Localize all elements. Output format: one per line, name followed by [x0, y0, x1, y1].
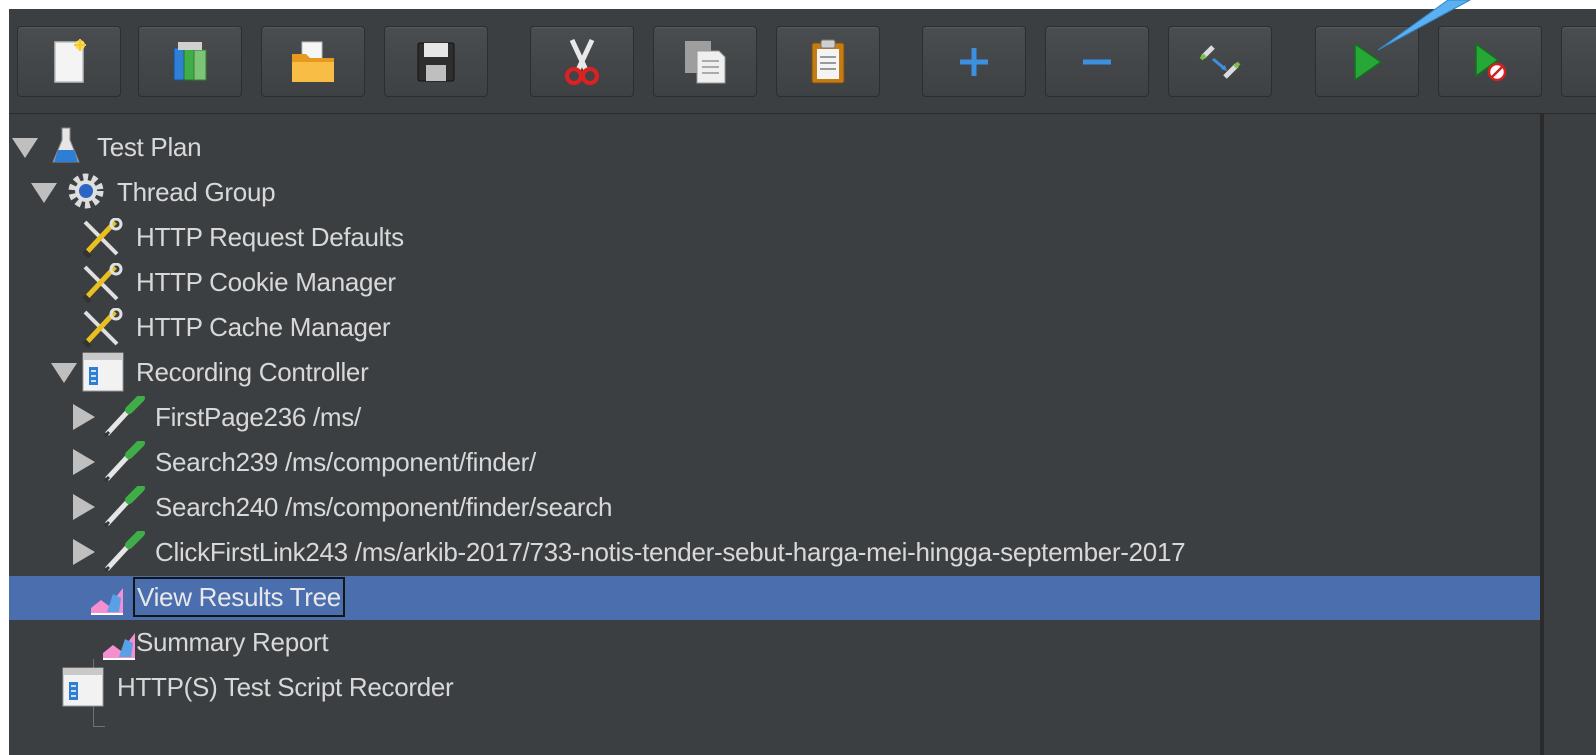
open-icon [292, 41, 334, 82]
tree-node-test-script-recorder[interactable]: HTTP(S) Test Script Recorder [9, 666, 1540, 710]
jmeter-window: Test Plan Thread Group HTTP Request Defa… [9, 9, 1596, 755]
tree-node-label: FirstPage236 /ms/ [155, 402, 361, 432]
paste-button[interactable] [776, 26, 880, 97]
expanded-toggle-icon[interactable] [51, 363, 77, 383]
tree-node-label: Test Plan [97, 132, 202, 162]
copy-icon [685, 40, 726, 83]
tree-node-label: Search240 /ms/component/finder/search [155, 492, 613, 522]
toggle-button[interactable] [1168, 26, 1272, 97]
graph-icon [101, 627, 137, 666]
recorder-icon [61, 666, 105, 713]
pipette-icon [101, 394, 147, 443]
paste-icon [811, 39, 845, 83]
save-button[interactable] [384, 26, 488, 97]
new-button[interactable] [17, 26, 121, 97]
templates-button[interactable] [138, 26, 242, 97]
pipette-icon [101, 529, 147, 578]
tree-node-label: HTTP Cache Manager [136, 312, 391, 342]
tree-node-http-request-defaults[interactable]: HTTP Request Defaults [9, 216, 1540, 260]
collapsed-toggle-icon[interactable] [73, 404, 95, 430]
tree-node-sampler[interactable]: Search240 /ms/component/finder/search [9, 484, 1540, 533]
open-button[interactable] [261, 26, 365, 97]
start-no-pauses-icon [1475, 42, 1507, 81]
toggle-icon [1199, 44, 1241, 79]
toolbar [9, 9, 1596, 114]
start-no-pauses-button[interactable] [1438, 26, 1542, 97]
tree-node-view-results-tree[interactable]: View Results Tree [9, 576, 1540, 620]
collapse-all-button[interactable] [1045, 26, 1149, 97]
tree-node-http-cache-manager[interactable]: HTTP Cache Manager [9, 306, 1540, 350]
expanded-toggle-icon[interactable] [31, 183, 57, 203]
start-icon [1354, 42, 1383, 81]
tools-icon [81, 217, 123, 263]
cut-button[interactable] [530, 26, 634, 97]
tree-node-label: View Results Tree [133, 577, 345, 617]
expand-all-button[interactable] [922, 26, 1026, 97]
flask-icon [51, 126, 81, 171]
tree-node-recording-controller[interactable]: Recording Controller [9, 351, 1540, 395]
tree-node-http-cookie-manager[interactable]: HTTP Cookie Manager [9, 261, 1540, 305]
right-panel [1544, 114, 1596, 755]
tree-node-label: ClickFirstLink243 /ms/arkib-2017/733-not… [155, 537, 1186, 567]
pipette-icon [101, 439, 147, 488]
pipette-icon [101, 484, 147, 533]
tree-node-label: Summary Report [136, 627, 329, 657]
expanded-toggle-icon[interactable] [12, 138, 38, 158]
collapsed-toggle-icon[interactable] [73, 494, 95, 520]
controller-icon [81, 351, 125, 398]
collapsed-toggle-icon[interactable] [73, 449, 95, 475]
test-plan-tree[interactable]: Test Plan Thread Group HTTP Request Defa… [9, 114, 1540, 755]
collapsed-toggle-icon[interactable] [73, 539, 95, 565]
cut-icon [565, 38, 599, 85]
new-icon [54, 38, 86, 83]
tree-node-label: Thread Group [117, 177, 276, 207]
start-button[interactable] [1315, 26, 1419, 97]
tree-node-label: Recording Controller [136, 357, 369, 387]
expand-all-icon [960, 47, 988, 76]
tree-node-sampler[interactable]: ClickFirstLink243 /ms/arkib-2017/733-not… [9, 529, 1540, 578]
tree-node-sampler[interactable]: FirstPage236 /ms/ [9, 394, 1540, 443]
save-icon [417, 42, 455, 81]
templates-icon [173, 41, 207, 80]
collapse-all-icon [1083, 59, 1111, 64]
stop-button[interactable] [1561, 26, 1596, 97]
tree-node-summary-report[interactable]: Summary Report [9, 621, 1540, 665]
tree-node-sampler[interactable]: Search239 /ms/component/finder/ [9, 439, 1540, 488]
tree-node-label: Search239 /ms/component/finder/ [155, 447, 536, 477]
tree-node-thread-group[interactable]: Thread Group [9, 171, 1540, 215]
tree-node-label: HTTP Request Defaults [136, 222, 404, 252]
tools-icon [81, 307, 123, 353]
tree-node-label: HTTP Cookie Manager [136, 267, 396, 297]
tree-node-label: HTTP(S) Test Script Recorder [117, 672, 454, 702]
gear-icon [66, 171, 106, 216]
tools-icon [81, 262, 123, 308]
graph-icon [89, 582, 125, 621]
tree-connector [93, 726, 105, 727]
copy-button[interactable] [653, 26, 757, 97]
tree-node-test-plan[interactable]: Test Plan [9, 126, 1540, 170]
